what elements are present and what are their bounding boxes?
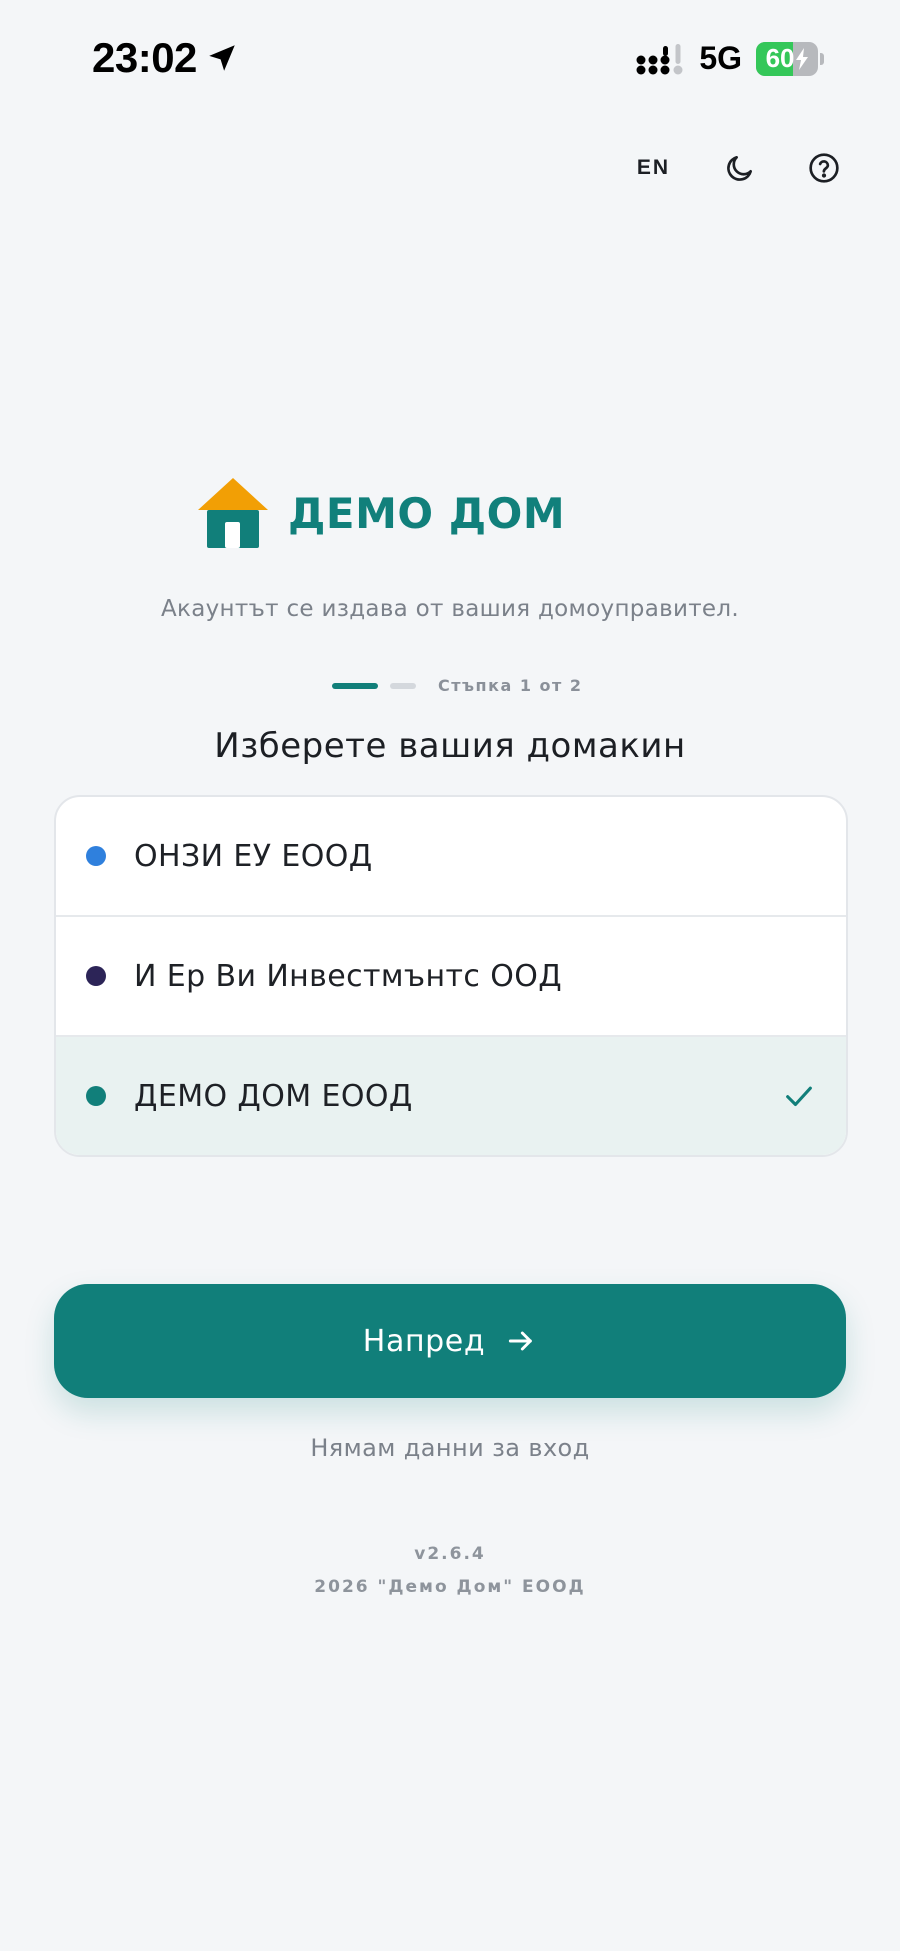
status-time-text: 23:02: [92, 34, 197, 81]
host-name: ОНЗИ ЕУ ЕООД: [134, 838, 373, 874]
next-button-label: Напред: [362, 1323, 486, 1359]
next-button[interactable]: Напред: [54, 1284, 846, 1398]
top-actions: EN: [629, 146, 846, 190]
host-name: И Ер Ви Инвестмънтс ООД: [134, 958, 563, 994]
status-time: 23:02: [92, 34, 239, 82]
status-indicators: 5G 60: [635, 40, 824, 77]
battery-icon: 60: [756, 41, 824, 77]
host-dot: [86, 1086, 106, 1106]
host-option[interactable]: ОНЗИ ЕУ ЕООД: [56, 797, 846, 917]
moon-icon: [727, 156, 752, 181]
host-dot: [86, 966, 106, 986]
language-toggle-button[interactable]: EN: [629, 148, 678, 188]
help-circle-icon: [809, 153, 839, 183]
stepper: Стъпка 1 от 2: [332, 676, 583, 695]
subtitle: Акаунтът се издава от вашия домоуправите…: [161, 596, 739, 622]
checkmark-icon: [786, 1086, 812, 1107]
status-bar: 23:02 5G 60: [0, 0, 900, 120]
host-name: ДЕМО ДОМ ЕООД: [134, 1078, 413, 1114]
host-list: ОНЗИ ЕУ ЕООД И Ер Ви Инвестмънтс ООД ДЕМ…: [54, 795, 848, 1157]
brand-name: ДЕМО ДОМ: [288, 488, 566, 538]
step-indicator-inactive: [390, 682, 416, 689]
section-title: Изберете вашия домакин: [214, 726, 686, 766]
app-version: v2.6.4: [414, 1544, 486, 1564]
theme-toggle-button[interactable]: [718, 146, 762, 190]
host-dot: [86, 846, 106, 866]
host-option[interactable]: ДЕМО ДОМ ЕООД: [56, 1037, 846, 1155]
charging-bolt-icon: [795, 47, 808, 70]
step-label: Стъпка 1 от 2: [438, 676, 583, 695]
location-arrow-icon: [209, 45, 235, 71]
network-type: 5G: [699, 40, 742, 76]
help-button[interactable]: [802, 146, 846, 190]
battery-percent: 60: [765, 43, 795, 73]
house-icon: [198, 478, 268, 548]
copyright: 2026 "Демо Дом" ЕООД: [314, 1577, 586, 1597]
arrow-right-icon: [509, 1331, 533, 1351]
host-option[interactable]: И Ер Ви Инвестмънтс ООД: [56, 917, 846, 1037]
no-credentials-link[interactable]: Нямам данни за вход: [0, 1434, 900, 1462]
brand-logo: ДЕМО ДОМ: [196, 476, 565, 550]
step-indicator-active: [332, 682, 378, 689]
cellular-signal-icon: [636, 43, 683, 74]
